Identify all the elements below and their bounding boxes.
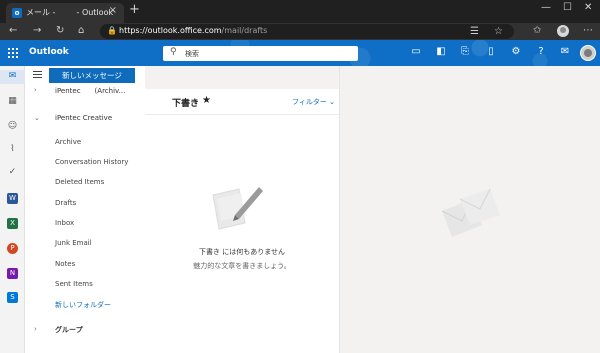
- onenote-icon[interactable]: N: [7, 268, 18, 279]
- browser-window: o メール - - Outlook × + — ☐ ✕ ← → ↻ ⌂ 🔒 ht…: [0, 0, 600, 353]
- notification-icon[interactable]: ✉: [559, 46, 571, 58]
- folder-title: 下書き: [172, 99, 200, 109]
- message-list: 下書き ★ フィルター ⌄ 下書き には何もありません 魅力的な文章を書きましょ…: [145, 66, 339, 353]
- empty-drafts-illustration: [212, 187, 263, 230]
- user-avatar[interactable]: [580, 45, 596, 61]
- todo-icon[interactable]: ✓: [7, 167, 18, 178]
- new-tab-icon[interactable]: +: [129, 3, 140, 17]
- folder-item[interactable]: Drafts: [55, 199, 76, 207]
- outlook-favicon-icon: o: [12, 8, 22, 18]
- forms-icon[interactable]: ⎘: [459, 46, 471, 58]
- calendar-sync-icon[interactable]: ▯: [485, 46, 497, 58]
- app-rail: ✉ ▦ ☺ ⌇ ✓ W X P N S: [0, 66, 25, 353]
- search-box[interactable]: ⚲ 検索: [163, 46, 358, 61]
- word-icon[interactable]: W: [7, 193, 18, 204]
- folder-item[interactable]: Notes: [55, 260, 75, 268]
- folder-item[interactable]: Sent Items: [55, 280, 93, 288]
- gear-icon[interactable]: ⚙: [510, 46, 522, 58]
- reading-pane: [339, 66, 600, 353]
- address-bar[interactable]: 🔒 https://outlook.office.com/mail/drafts…: [100, 24, 514, 39]
- folder-item[interactable]: Inbox: [55, 219, 74, 227]
- list-top-spacer: [145, 66, 339, 89]
- favorite-star-icon[interactable]: ★: [202, 95, 211, 106]
- tab-title: メール - - Outlook: [26, 8, 114, 17]
- home-icon[interactable]: ⌂: [78, 25, 84, 37]
- groups-header[interactable]: グループ: [55, 325, 83, 335]
- folder-item[interactable]: Conversation History: [55, 158, 128, 166]
- tab-strip: o メール - - Outlook × + — ☐ ✕: [0, 0, 600, 23]
- favorites-icon[interactable]: ✩: [533, 25, 541, 37]
- filter-label: フィルター: [292, 98, 327, 106]
- folder-pane: 新しいメッセージ › iPentec (Archiv... ⌄ iPentec …: [25, 66, 145, 353]
- hamburger-menu-icon[interactable]: [33, 71, 42, 78]
- people-icon[interactable]: ☺: [7, 121, 18, 132]
- read-aloud-icon[interactable]: ☰: [470, 26, 479, 38]
- powerpoint-icon[interactable]: P: [7, 243, 18, 254]
- sharepoint-icon[interactable]: S: [7, 292, 18, 303]
- list-header: 下書き ★ フィルター ⌄: [145, 89, 339, 115]
- chat-icon[interactable]: ▭: [410, 46, 422, 58]
- more-menu-icon[interactable]: ⋯: [583, 25, 593, 37]
- office-apps-icon[interactable]: ◧: [435, 46, 447, 58]
- calendar-icon[interactable]: ▦: [7, 96, 18, 107]
- search-placeholder: 検索: [185, 50, 199, 58]
- new-message-button[interactable]: 新しいメッセージ: [49, 68, 135, 83]
- excel-icon[interactable]: X: [7, 218, 18, 229]
- account-archive[interactable]: iPentec (Archiv...: [55, 86, 125, 96]
- refresh-icon[interactable]: ↻: [56, 25, 64, 37]
- favorite-star-icon[interactable]: ☆: [494, 26, 503, 38]
- back-icon[interactable]: ←: [9, 25, 17, 37]
- chevron-right-icon[interactable]: ›: [34, 86, 37, 94]
- navigation-bar: ← → ↻ ⌂ 🔒 https://outlook.office.com/mai…: [0, 23, 600, 40]
- attachment-icon[interactable]: ⌇: [7, 144, 18, 155]
- browser-tab[interactable]: o メール - - Outlook ×: [6, 3, 124, 23]
- help-icon[interactable]: ?: [535, 46, 547, 58]
- forward-icon[interactable]: →: [33, 25, 41, 37]
- lock-icon[interactable]: 🔒: [107, 26, 117, 35]
- outlook-brand[interactable]: Outlook: [29, 47, 69, 57]
- browser-profile-avatar[interactable]: [557, 25, 569, 37]
- folder-item[interactable]: Junk Email: [55, 239, 92, 247]
- url-text: https://outlook.office.com/mail/drafts: [119, 26, 267, 35]
- app-launcher-icon[interactable]: [8, 48, 18, 58]
- filter-dropdown[interactable]: フィルター ⌄: [292, 97, 335, 107]
- chevron-right-icon[interactable]: ›: [34, 325, 37, 333]
- url-path: /mail/drafts: [221, 26, 268, 35]
- chevron-down-icon[interactable]: ⌄: [34, 114, 40, 122]
- search-icon[interactable]: ⚲: [170, 47, 177, 57]
- minimize-icon[interactable]: —: [541, 2, 551, 13]
- window-close-icon[interactable]: ✕: [584, 2, 592, 13]
- maximize-icon[interactable]: ☐: [563, 2, 572, 13]
- mail-icon[interactable]: ✉: [7, 71, 18, 82]
- folder-item[interactable]: Archive: [55, 138, 81, 146]
- folder-item[interactable]: Deleted Items: [55, 178, 104, 186]
- new-folder-link[interactable]: 新しいフォルダー: [55, 300, 111, 310]
- empty-title: 下書き には何もありません: [198, 248, 285, 256]
- empty-subtitle: 魅力的な文章を書きましょう。: [193, 262, 291, 270]
- account-ipentec-creative[interactable]: iPentec Creative: [55, 114, 112, 122]
- outlook-header: Outlook ⚲ 検索 ▭ ◧ ⎘ ▯ ⚙ ? ✉: [0, 40, 600, 66]
- url-host: https://outlook.office.com: [119, 26, 222, 35]
- envelope-illustration: [441, 188, 500, 237]
- close-tab-icon[interactable]: ×: [109, 5, 117, 16]
